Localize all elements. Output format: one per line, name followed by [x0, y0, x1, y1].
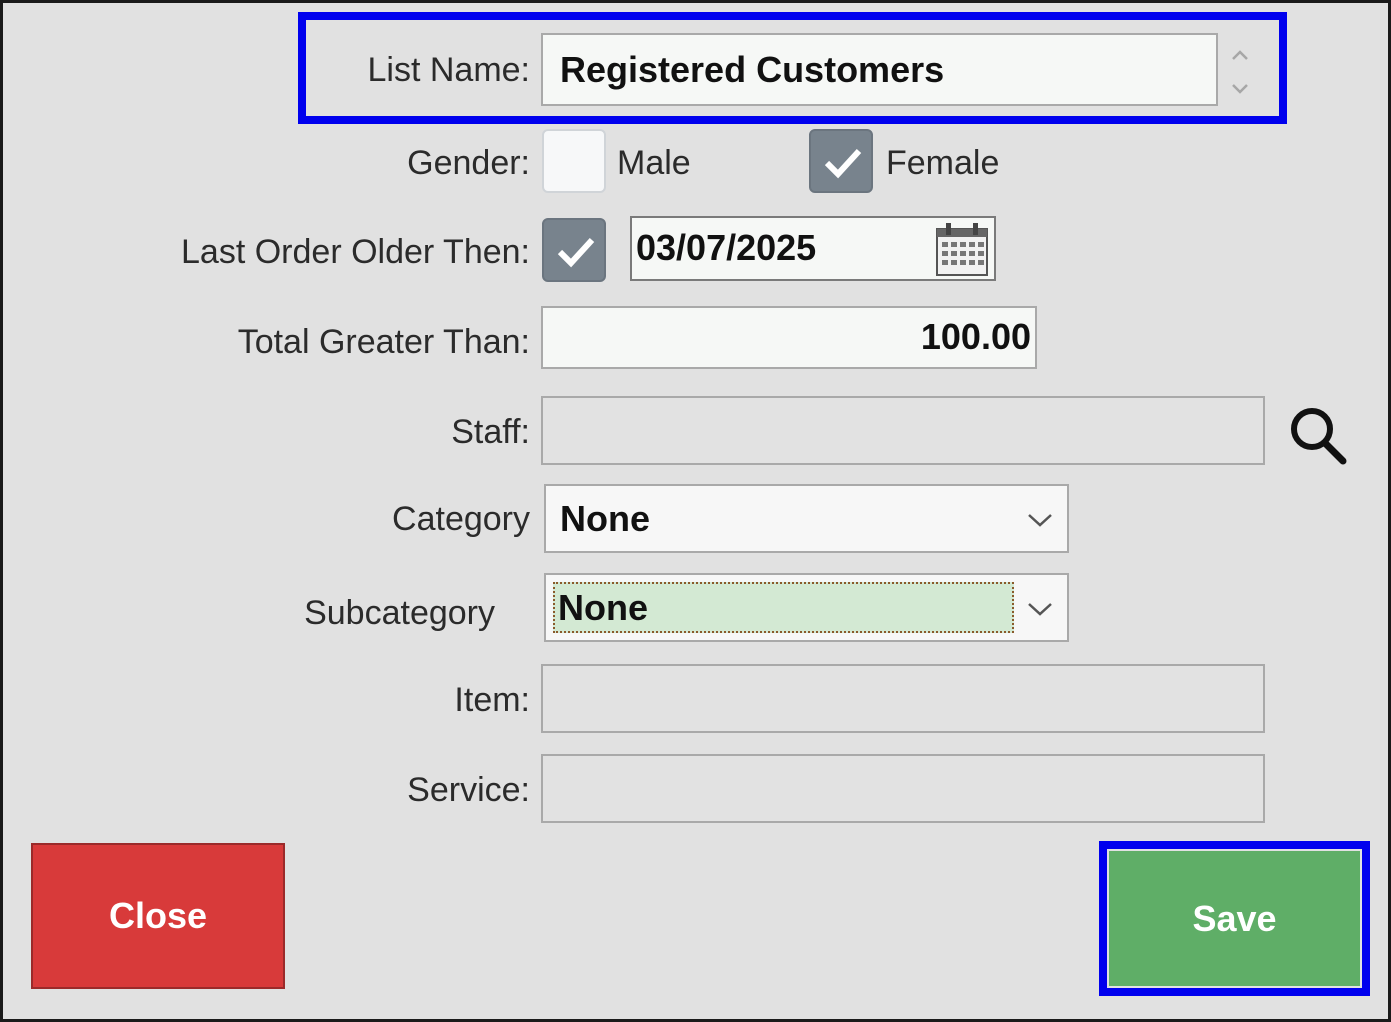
spinner-arrows-icon[interactable]	[1225, 41, 1255, 103]
female-label: Female	[886, 144, 1000, 182]
search-icon[interactable]	[1287, 405, 1349, 467]
staff-label: Staff:	[451, 413, 530, 451]
subcategory-label: Subcategory	[304, 594, 495, 632]
total-value: 100.00	[920, 316, 1031, 357]
check-icon	[557, 237, 595, 268]
list-name-label: List Name:	[367, 51, 531, 89]
male-checkbox[interactable]	[542, 129, 606, 193]
close-button[interactable]: Close	[31, 843, 285, 989]
subcategory-select[interactable]: None	[544, 573, 1069, 642]
category-select[interactable]: None	[544, 484, 1069, 553]
staff-input[interactable]	[541, 396, 1265, 465]
item-label: Item:	[454, 681, 530, 719]
total-label: Total Greater Than:	[237, 323, 530, 361]
last-order-label: Last Order Older Then:	[181, 233, 530, 271]
calendar-icon[interactable]	[935, 221, 989, 277]
save-button[interactable]: Save	[1109, 851, 1360, 986]
item-input[interactable]	[541, 664, 1265, 733]
chevron-down-icon	[1028, 514, 1052, 527]
service-input[interactable]	[541, 754, 1265, 823]
list-name-input[interactable]: Registered Customers	[541, 33, 1218, 106]
female-checkbox[interactable]	[809, 129, 873, 193]
check-icon	[824, 148, 862, 179]
service-label: Service:	[407, 771, 530, 809]
category-label: Category	[392, 500, 530, 538]
category-value: None	[560, 498, 650, 539]
chevron-down-icon	[1028, 603, 1052, 616]
customer-list-dialog: List Name: Registered Customers Gender: …	[0, 0, 1391, 1022]
last-order-checkbox[interactable]	[542, 218, 606, 282]
list-name-value: Registered Customers	[560, 49, 945, 90]
subcategory-value: None	[558, 587, 648, 628]
male-label: Male	[617, 144, 691, 182]
total-input[interactable]: 100.00	[541, 306, 1037, 369]
last-order-date-value: 03/07/2025	[636, 227, 817, 268]
gender-label: Gender:	[407, 144, 530, 182]
